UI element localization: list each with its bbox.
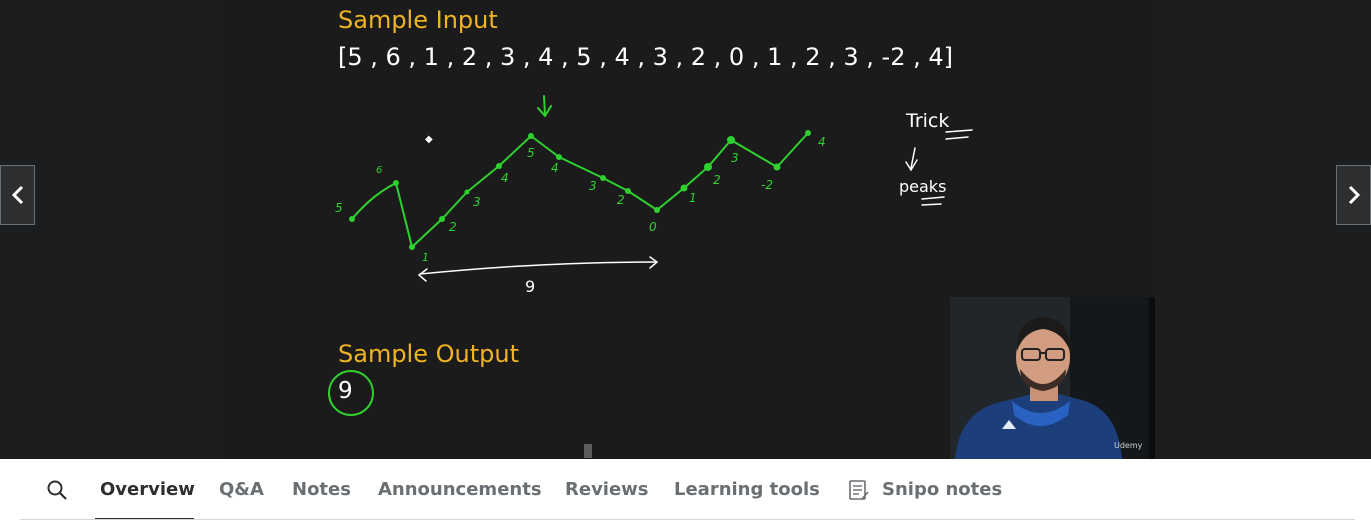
tab-reviews[interactable]: Reviews <box>565 479 649 500</box>
chevron-right-icon <box>1348 185 1360 205</box>
sample-output-value: 9 <box>338 378 353 404</box>
point-label: 2 <box>617 193 625 207</box>
udemy-watermark: Udemy <box>1114 441 1143 450</box>
tab-learning-tools[interactable]: Learning tools <box>674 479 820 500</box>
point-label: 2 <box>449 220 457 234</box>
point-label: 2 <box>713 173 721 187</box>
point-label: 3 <box>731 151 739 165</box>
point-label: 0 <box>649 220 657 234</box>
tab-notes[interactable]: Notes <box>292 479 351 500</box>
trick-note: Trick <box>905 110 949 132</box>
sample-output-heading: Sample Output <box>338 340 519 368</box>
tab-qa[interactable]: Q&A <box>219 479 264 500</box>
point-label: 5 <box>335 201 343 215</box>
handwritten-annotations: 5 6 1 2 3 4 5 4 3 2 0 1 2 3 -2 4 9 Trick… <box>328 95 973 416</box>
notes-icon[interactable] <box>848 479 870 501</box>
point-label: -2 <box>761 178 773 192</box>
presenter-webcam <box>950 297 1155 459</box>
point-label: 4 <box>551 161 559 175</box>
webcam-border <box>1149 297 1155 459</box>
video-player[interactable]: Sample Input [5 , 6 , 1 , 2 , 3 , 4 , 5 … <box>0 0 1371 459</box>
chevron-left-icon <box>11 185 23 205</box>
point-label: 4 <box>501 171 509 185</box>
tab-bar-divider <box>20 519 1355 520</box>
peaks-note: peaks <box>899 177 946 196</box>
mouse-pointer-icon: ◆ <box>425 134 433 145</box>
scrub-handle[interactable] <box>584 444 592 458</box>
course-tab-bar: Overview Q&A Notes Announcements Reviews… <box>0 459 1371 527</box>
search-icon[interactable] <box>46 479 68 501</box>
next-lecture-button[interactable] <box>1336 165 1371 225</box>
point-label: 1 <box>689 191 697 205</box>
point-label: 4 <box>818 135 826 149</box>
tab-overview[interactable]: Overview <box>100 479 195 500</box>
point-label: 3 <box>589 179 597 193</box>
previous-lecture-button[interactable] <box>0 165 35 225</box>
point-label: 6 <box>376 165 382 176</box>
tab-announcements[interactable]: Announcements <box>378 479 542 500</box>
span-label: 9 <box>525 277 535 296</box>
point-label: 5 <box>527 146 535 160</box>
point-label: 1 <box>422 251 429 264</box>
tab-snipo-notes[interactable]: Snipo notes <box>882 479 1002 500</box>
point-label: 3 <box>473 195 481 209</box>
